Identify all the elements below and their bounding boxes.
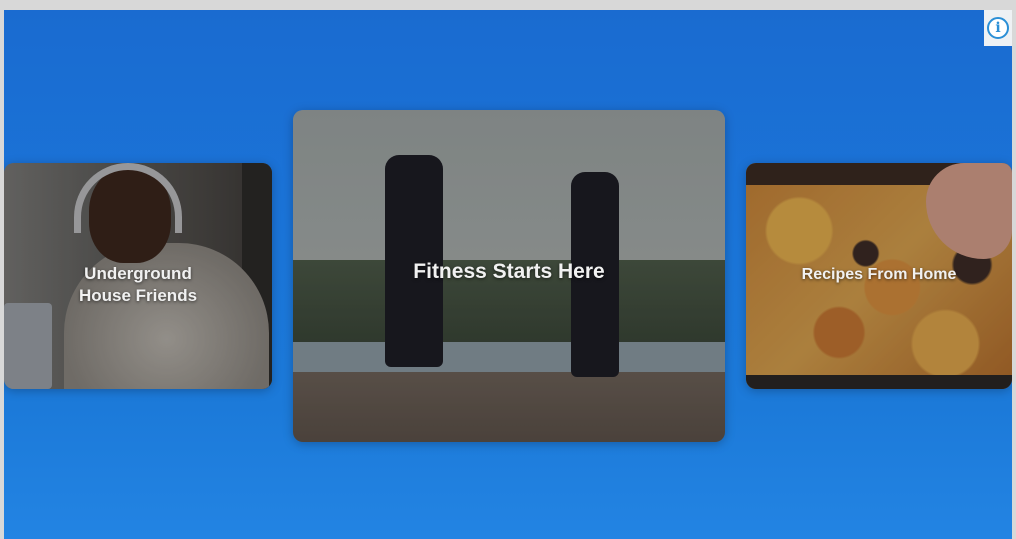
carousel-card-recipes-from-home[interactable]: Recipes From Home: [746, 163, 1012, 389]
app-frame: Underground House Friends Fitness Starts…: [0, 0, 1016, 539]
carousel-card-fitness-starts-here[interactable]: Fitness Starts Here: [293, 110, 725, 442]
card-title: Fitness Starts Here: [413, 260, 605, 283]
carousel-stage: Underground House Friends Fitness Starts…: [4, 10, 1012, 539]
card-title: Recipes From Home: [801, 266, 957, 283]
info-button[interactable]: i: [984, 10, 1012, 46]
card-title: Underground House Friends: [78, 264, 198, 305]
carousel-card-underground-house-friends[interactable]: Underground House Friends: [4, 163, 272, 389]
info-icon: i: [987, 17, 1009, 39]
